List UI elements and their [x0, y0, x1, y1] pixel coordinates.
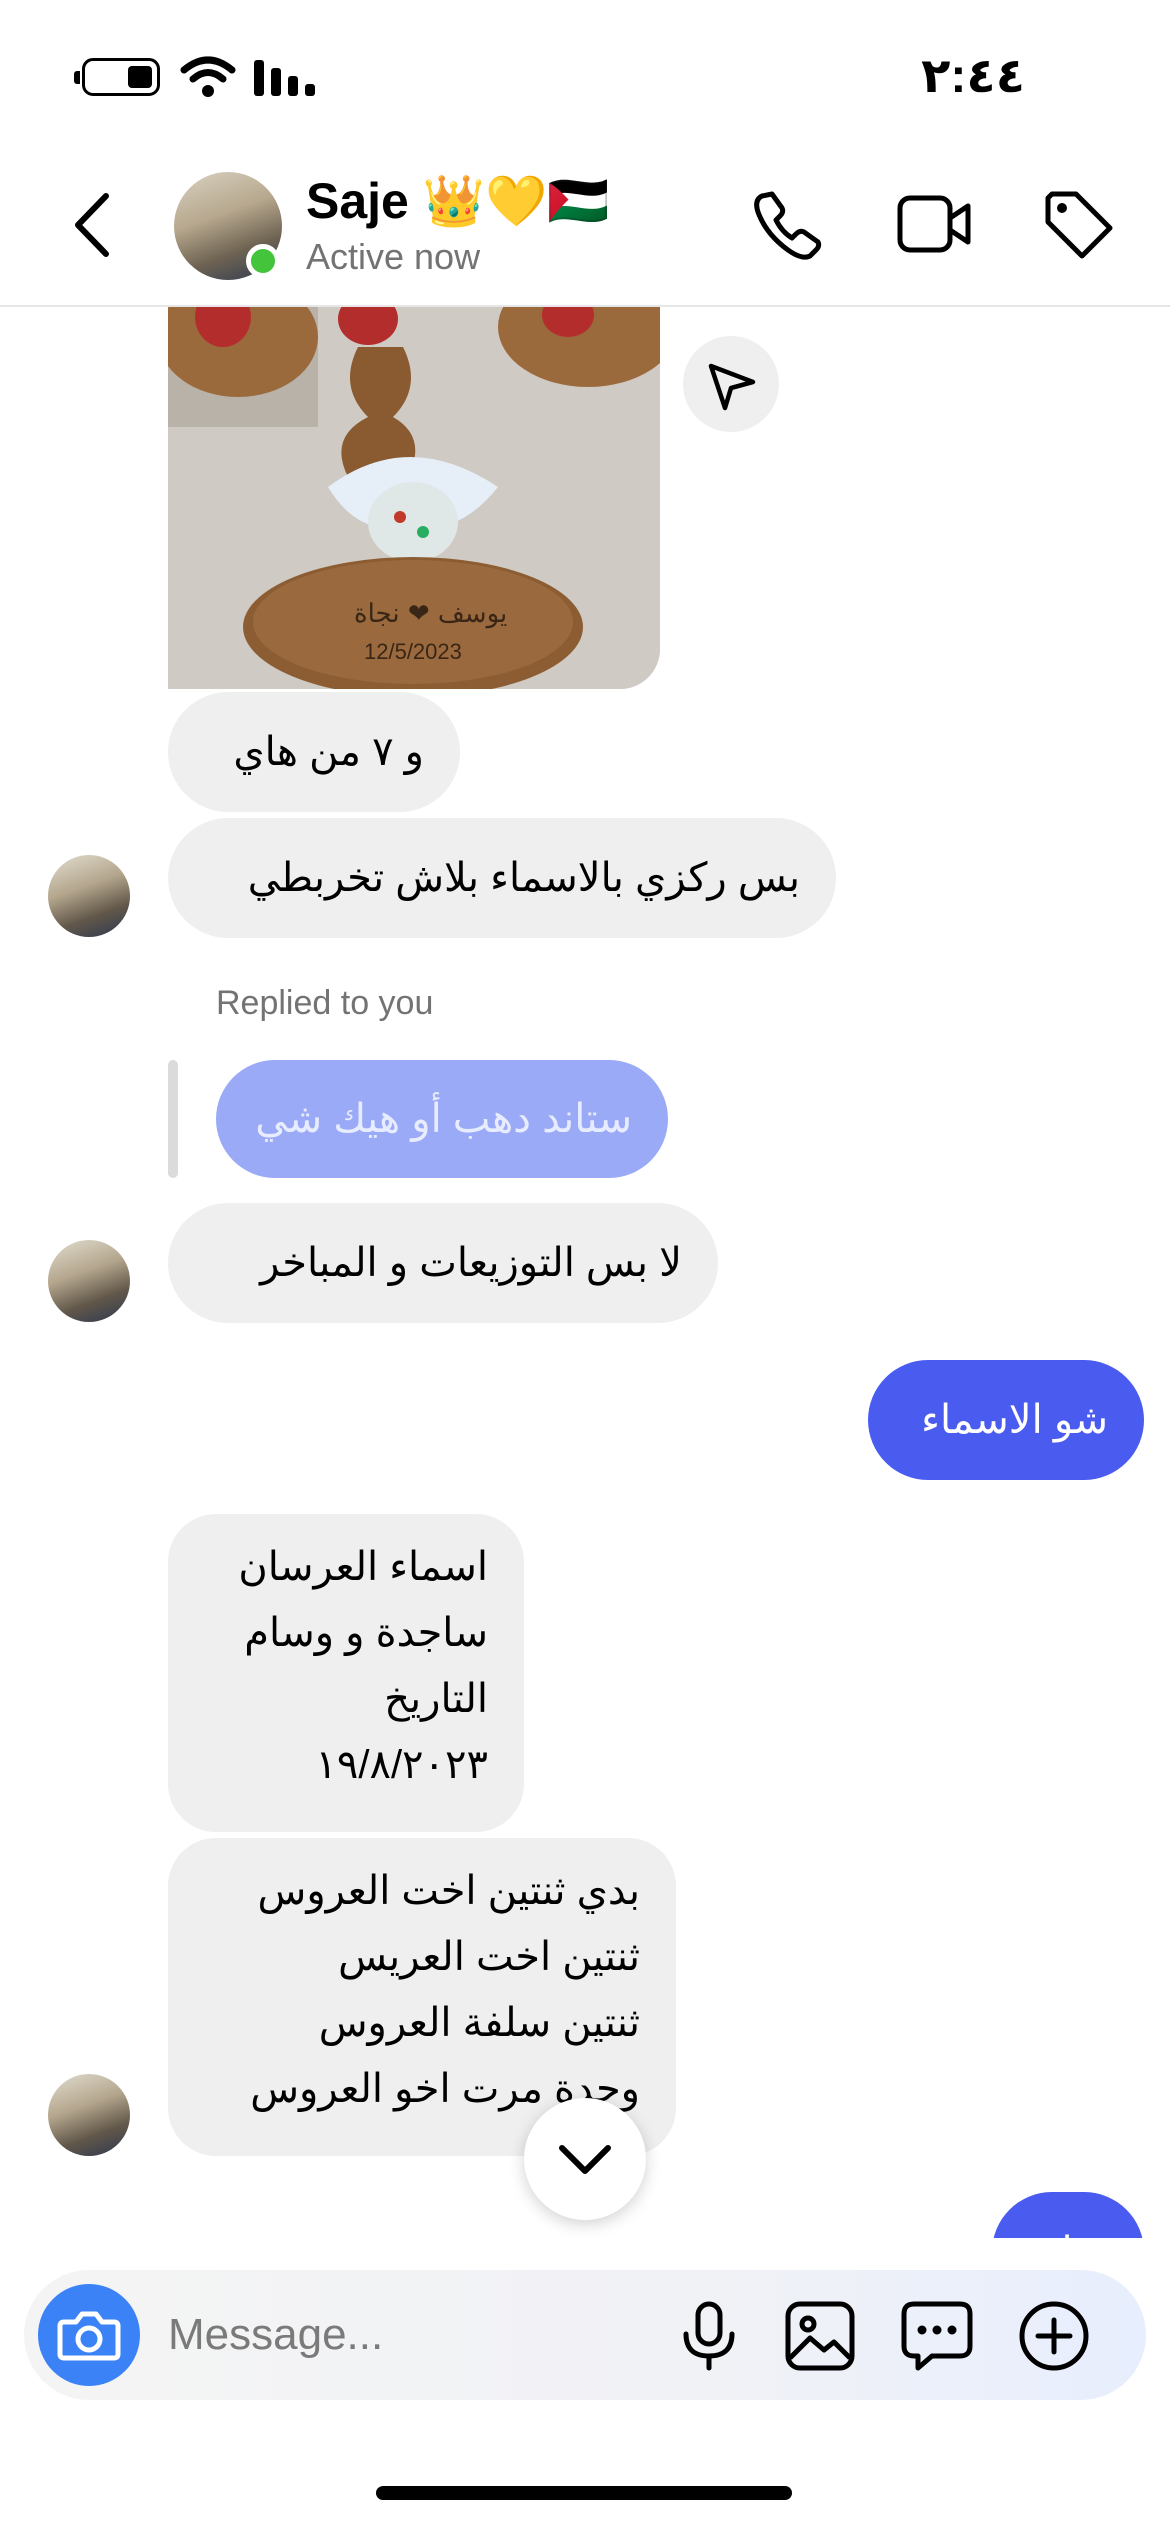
- contact-avatar-small[interactable]: [48, 2074, 130, 2156]
- wifi-icon: [180, 56, 236, 97]
- message-input[interactable]: [168, 2300, 608, 2370]
- send-icon: [708, 363, 756, 411]
- contact-avatar-small[interactable]: [48, 1240, 130, 1322]
- scroll-to-bottom-button[interactable]: [524, 2098, 646, 2220]
- message-line: اسماء العرسان: [238, 1545, 488, 1589]
- replied-label: Replied to you: [216, 984, 434, 1022]
- message-line: ثنتين اخت العريس: [338, 1935, 640, 1979]
- camera-icon: [57, 2311, 121, 2361]
- gallery-icon[interactable]: [784, 2300, 856, 2372]
- status-time: ٢:٤٤: [921, 50, 1025, 103]
- message-outgoing[interactable]: شو الاسماء: [868, 1360, 1144, 1480]
- message-line: ١٩/٨/٢٠٢٣: [315, 1743, 488, 1787]
- status-bar: ٢:٤٤: [0, 0, 1170, 150]
- message-incoming[interactable]: لا بس التوزيعات و المباخر: [168, 1203, 718, 1323]
- active-status: Active now: [306, 236, 481, 277]
- quoted-message[interactable]: ستاند دهب أو هيك شي: [216, 1060, 668, 1178]
- message-incoming[interactable]: و ٧ من هاي: [168, 692, 460, 812]
- microphone-icon[interactable]: [674, 2300, 744, 2372]
- message-line: التاريخ: [384, 1677, 488, 1721]
- message-line: ثنتين سلفة العروس: [318, 2001, 640, 2045]
- online-indicator: [246, 244, 280, 278]
- message-line: بدي ثنتين اخت العروس: [257, 1869, 641, 1913]
- photo-date: 12/5/2023: [364, 639, 462, 664]
- home-indicator: [376, 2486, 792, 2500]
- photo-names: يوسف ❤ نجاة: [354, 599, 508, 629]
- message-incoming-multiline[interactable]: اسماء العرسان ساجدة و وسام التاريخ ١٩/٨/…: [168, 1514, 524, 1832]
- message-incoming[interactable]: بس ركزي بالاسماء بلاش تخربطي: [168, 818, 836, 938]
- chat-header: Saje 👑💛🇵🇸 Active now: [0, 150, 1170, 307]
- battery-icon: [74, 58, 160, 96]
- phone-icon[interactable]: [752, 188, 824, 260]
- message-composer: [24, 2270, 1146, 2400]
- sticker-icon[interactable]: [900, 2300, 974, 2372]
- back-icon[interactable]: [70, 190, 114, 260]
- camera-button[interactable]: [38, 2284, 140, 2386]
- contact-avatar-small[interactable]: [48, 855, 130, 937]
- reply-indicator-bar: [168, 1060, 178, 1178]
- message-line: ساجدة و وسام: [244, 1611, 488, 1655]
- signal-icon: [254, 60, 315, 96]
- share-button[interactable]: [683, 336, 779, 432]
- shared-photo[interactable]: يوسف ❤ نجاة 12/5/2023: [168, 307, 660, 689]
- video-icon[interactable]: [896, 188, 972, 260]
- add-icon[interactable]: [1018, 2300, 1090, 2372]
- tag-icon[interactable]: [1042, 188, 1116, 262]
- contact-name[interactable]: Saje 👑💛🇵🇸: [306, 172, 610, 231]
- chevron-down-icon: [559, 2145, 611, 2174]
